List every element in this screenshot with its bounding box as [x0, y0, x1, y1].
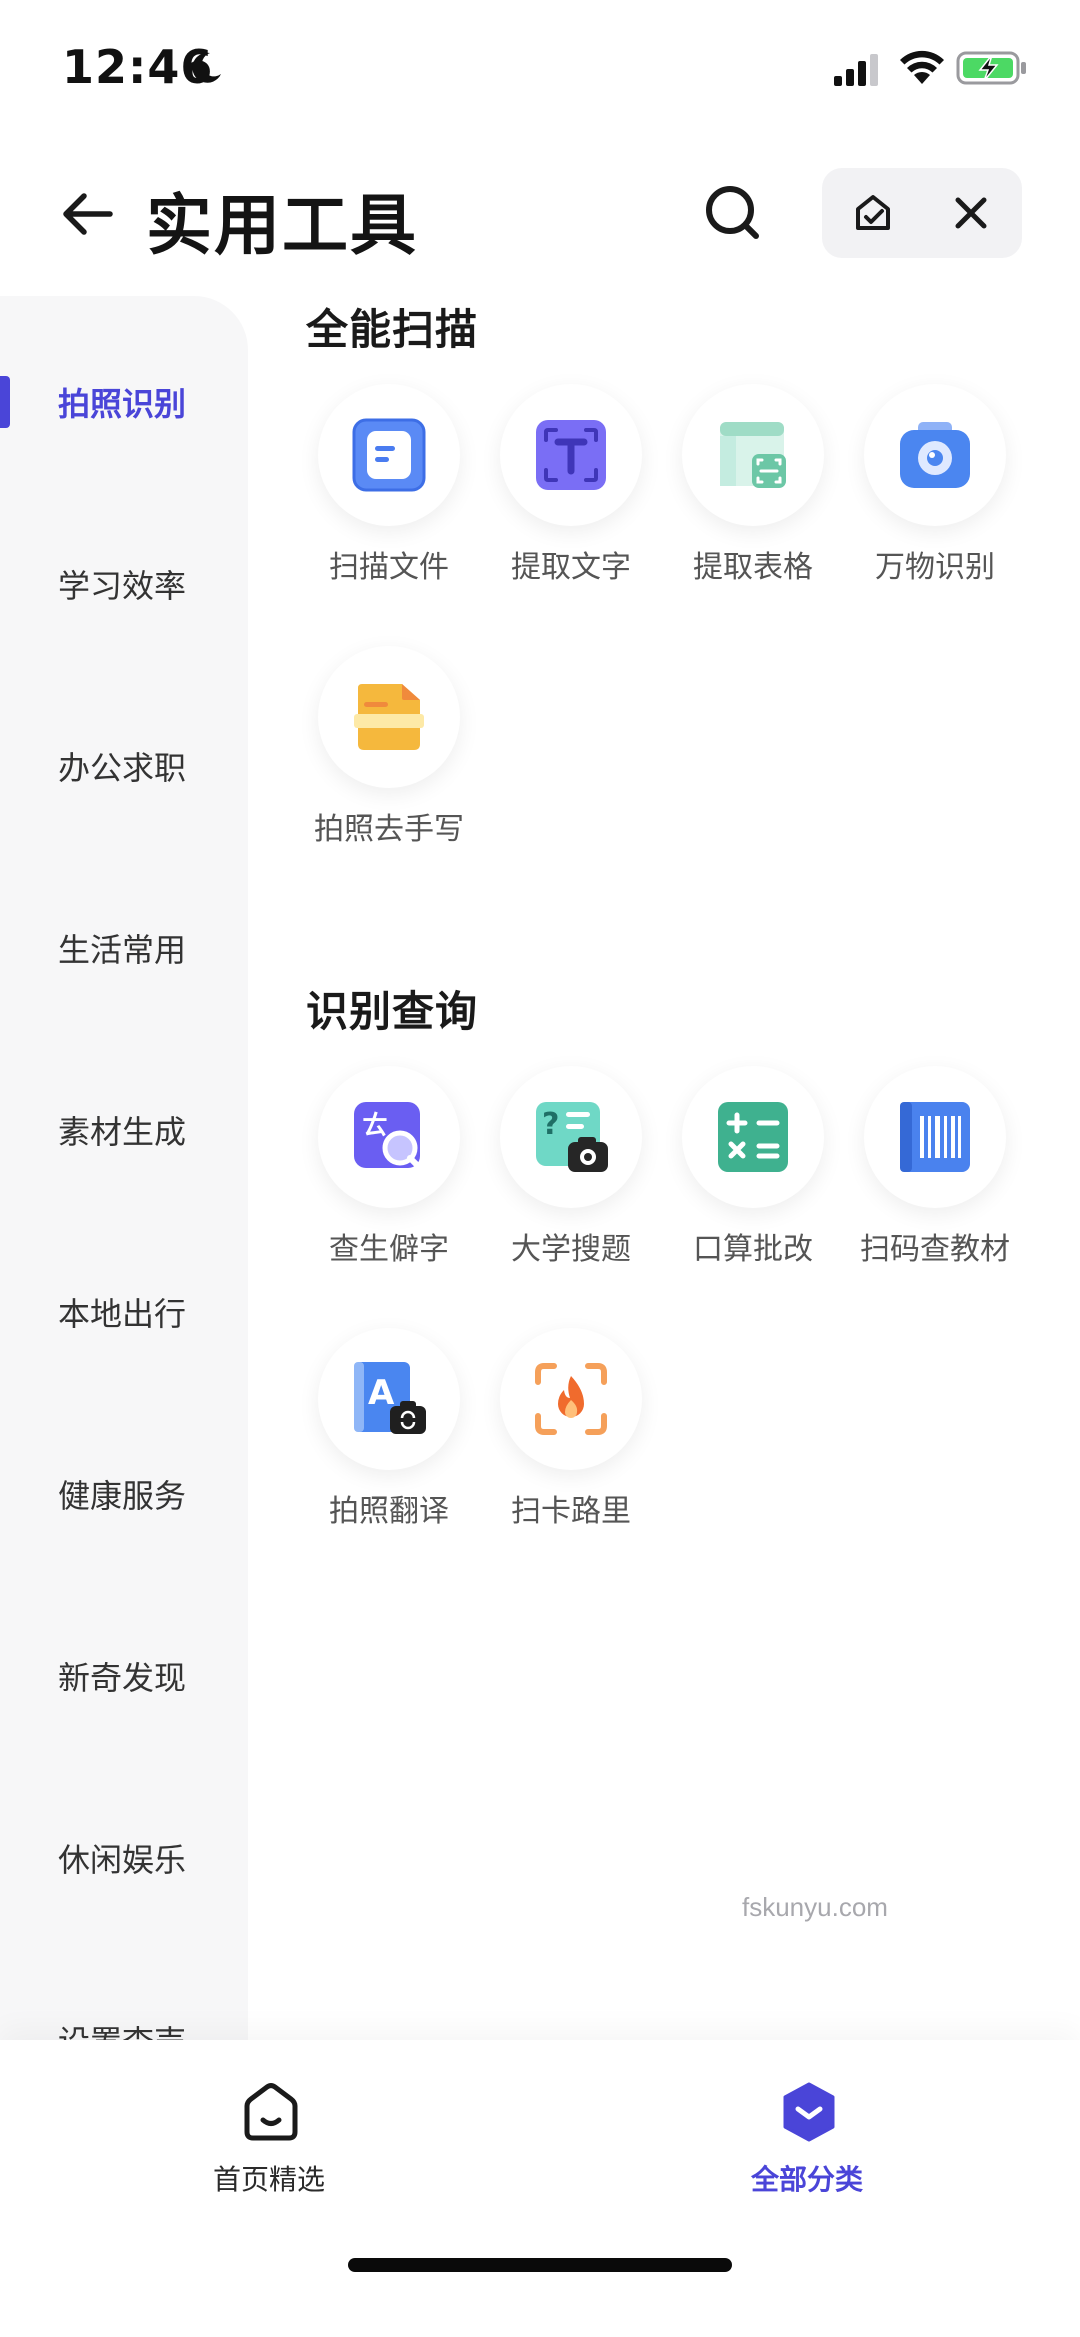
tool-icon-wrap	[318, 646, 460, 788]
tab-label: 全部分类	[750, 2163, 863, 2196]
tool-label: 口算批改	[693, 1232, 813, 1267]
tool-scan-document[interactable]: 扫描文件	[298, 384, 480, 624]
svg-text:ㄊ: ㄊ	[362, 1111, 388, 1141]
tool-label: 提取表格	[693, 550, 813, 585]
sidebar-item-label: 素材生成	[58, 1113, 187, 1151]
tool-icon-wrap	[500, 1328, 642, 1470]
tool-label: 扫描文件	[329, 550, 449, 585]
sidebar-item-discover[interactable]: 新奇发现	[0, 1631, 248, 1721]
watermark: fskunyu.com	[742, 1892, 888, 1922]
section-title-scan: 全能扫描	[306, 305, 479, 354]
tool-identify-object[interactable]: 万物识别	[844, 384, 1026, 624]
tool-icon-wrap	[682, 1066, 824, 1208]
tool-barcode-textbook[interactable]: 扫码查教材	[844, 1066, 1026, 1306]
tab-home-featured[interactable]: 首页精选	[129, 2060, 409, 2220]
scan-document-icon	[352, 418, 426, 492]
tool-icon-wrap	[500, 384, 642, 526]
header: 实用工具	[0, 150, 1080, 280]
section-title-recognize-query: 识别查询	[306, 987, 479, 1036]
tool-label: 万物识别	[875, 550, 995, 585]
photo-translate-icon: A	[354, 1362, 426, 1434]
tool-icon-wrap: ?	[500, 1066, 642, 1208]
tool-label: 查生僻字	[329, 1232, 449, 1267]
tool-calorie-scan[interactable]: 扫卡路里	[480, 1328, 662, 1568]
home-icon	[244, 2083, 298, 2141]
mini-program-capsule	[822, 168, 1022, 258]
sidebar-item-material[interactable]: 素材生成	[0, 1085, 248, 1175]
barcode-textbook-icon	[900, 1102, 970, 1172]
sidebar-item-label: 设置查売	[58, 2017, 186, 2041]
cellular-signal-icon	[834, 54, 878, 86]
tool-icon-wrap	[864, 1066, 1006, 1208]
sidebar-item-label: 休闲娱乐	[58, 1841, 187, 1879]
tool-label: 扫码查教材	[860, 1232, 1010, 1267]
battery-charging-icon	[956, 51, 1026, 85]
remove-handwriting-icon	[354, 684, 424, 750]
tool-icon-wrap: ㄊ	[318, 1066, 460, 1208]
category-sidebar: 拍照识别 学习效率 办公求职 生活常用 素材生成 本地出行 健康服务 新奇发现 …	[0, 296, 248, 2041]
search-icon[interactable]	[700, 180, 766, 246]
tool-remove-handwriting[interactable]: 拍照去手写	[298, 646, 480, 886]
rare-character-icon: ㄊ	[354, 1102, 423, 1171]
sidebar-item-local[interactable]: 本地出行	[0, 1267, 248, 1357]
sidebar-item-health[interactable]: 健康服务	[0, 1449, 248, 1539]
tool-rare-character[interactable]: ㄊ 查生僻字	[298, 1066, 480, 1306]
capsule-home-icon[interactable]	[850, 190, 896, 236]
sidebar-item-study[interactable]: 学习效率	[0, 539, 248, 629]
svg-text:A: A	[368, 1373, 395, 1413]
sidebar-item-life[interactable]: 生活常用	[0, 903, 248, 993]
moon-icon	[192, 52, 221, 83]
tool-icon-wrap	[682, 384, 824, 526]
sidebar-item-leisure[interactable]: 休闲娱乐	[0, 1813, 248, 1903]
tool-college-search[interactable]: ? 大学搜题	[480, 1066, 662, 1306]
camera-identify-icon	[900, 422, 970, 488]
tool-label: 拍照去手写	[314, 812, 464, 847]
sidebar-item-label: 本地出行	[58, 1295, 187, 1333]
sidebar-item-label: 新奇发现	[58, 1659, 187, 1697]
tool-icon-wrap	[318, 384, 460, 526]
wifi-icon	[900, 50, 944, 84]
tool-photo-translate[interactable]: A 拍照翻译	[298, 1328, 480, 1568]
home-indicator	[348, 2258, 732, 2272]
sidebar-item-photo-recognition[interactable]: 拍照识别	[0, 357, 248, 447]
extract-text-icon	[536, 420, 606, 490]
tool-label: 提取文字	[511, 550, 631, 585]
calorie-scan-icon	[535, 1363, 607, 1435]
sidebar-item-settings[interactable]: 设置查売	[0, 1995, 248, 2041]
college-search-icon: ?	[536, 1102, 608, 1172]
extract-table-icon	[720, 422, 786, 488]
sidebar-item-label: 生活常用	[58, 931, 187, 969]
sidebar-item-label: 健康服务	[58, 1477, 187, 1515]
math-check-icon	[718, 1102, 788, 1172]
tool-label: 扫卡路里	[511, 1494, 631, 1529]
category-icon	[783, 2082, 835, 2142]
svg-text:?: ?	[542, 1107, 559, 1142]
close-icon[interactable]	[950, 192, 992, 234]
status-bar: 12:46	[0, 0, 1080, 130]
tool-label: 拍照翻译	[329, 1494, 449, 1529]
tab-label: 首页精选	[212, 2163, 325, 2196]
tool-label: 大学搜题	[511, 1232, 631, 1267]
tab-all-categories[interactable]: 全部分类	[667, 2060, 947, 2220]
tool-extract-text[interactable]: 提取文字	[480, 384, 662, 624]
sidebar-item-label: 办公求职	[58, 749, 187, 787]
tool-icon-wrap	[864, 384, 1006, 526]
tool-extract-table[interactable]: 提取表格	[662, 384, 844, 624]
sidebar-item-label: 拍照识别	[58, 385, 187, 423]
page-title: 实用工具	[146, 187, 418, 264]
tool-grid-area: 全能扫描 扫描文件 提取文字 提取表格 万物识别 拍照去手写 识别查询 ㄊ 查生…	[248, 296, 1080, 2041]
sidebar-item-label: 学习效率	[58, 567, 187, 605]
back-arrow-icon[interactable]	[56, 182, 120, 246]
sidebar-item-office[interactable]: 办公求职	[0, 721, 248, 811]
bottom-tab-bar: 首页精选 全部分类	[0, 2040, 1080, 2337]
tool-icon-wrap: A	[318, 1328, 460, 1470]
tool-math-check[interactable]: 口算批改	[662, 1066, 844, 1306]
